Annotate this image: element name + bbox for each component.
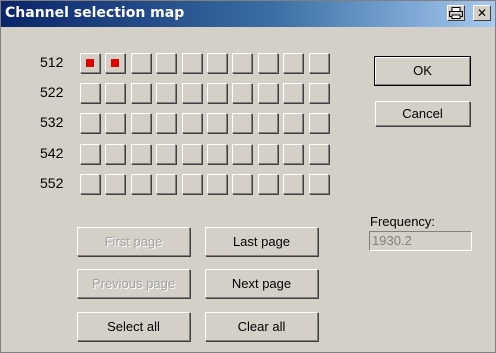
selected-marker — [111, 59, 119, 67]
channel-cell[interactable] — [258, 144, 278, 164]
row-label: 532 — [40, 114, 64, 131]
channel-cell[interactable] — [80, 113, 100, 133]
window-title: Channel selection map — [5, 5, 185, 21]
channel-cell[interactable] — [156, 174, 176, 194]
channel-cell[interactable] — [207, 83, 227, 103]
channel-cell[interactable] — [105, 53, 125, 73]
channel-selection-window: Channel selection map ✕ 512 522 532 542 552 … — [0, 0, 496, 353]
selected-marker — [86, 59, 94, 67]
first-page-button[interactable]: First page — [77, 227, 190, 256]
channel-cell[interactable] — [232, 144, 252, 164]
channel-cell[interactable] — [232, 83, 252, 103]
channel-cell[interactable] — [131, 113, 151, 133]
channel-cell[interactable] — [207, 53, 227, 73]
channel-cell[interactable] — [309, 174, 329, 194]
channel-cell[interactable] — [182, 144, 202, 164]
channel-cell[interactable] — [283, 174, 303, 194]
channel-cell[interactable] — [258, 113, 278, 133]
close-icon[interactable]: ✕ — [473, 5, 491, 21]
channel-cell[interactable] — [105, 174, 125, 194]
row-label: 542 — [40, 144, 64, 161]
row-label: 522 — [40, 84, 64, 101]
channel-cell[interactable] — [182, 174, 202, 194]
clear-all-button[interactable]: Clear all — [205, 312, 318, 341]
channel-cell[interactable] — [207, 144, 227, 164]
channel-cell[interactable] — [207, 174, 227, 194]
channel-cell[interactable] — [207, 113, 227, 133]
channel-cell[interactable] — [283, 144, 303, 164]
channel-cell[interactable] — [105, 144, 125, 164]
row-label: 552 — [40, 174, 64, 191]
channel-cell[interactable] — [283, 113, 303, 133]
channel-cell[interactable] — [156, 83, 176, 103]
channel-cell[interactable] — [80, 53, 100, 73]
channel-cell[interactable] — [80, 144, 100, 164]
channel-cell[interactable] — [131, 144, 151, 164]
channel-cell[interactable] — [309, 144, 329, 164]
channel-cell[interactable] — [131, 174, 151, 194]
channel-cell[interactable] — [258, 53, 278, 73]
channel-cell[interactable] — [309, 113, 329, 133]
next-page-button[interactable]: Next page — [205, 269, 318, 298]
channel-cell[interactable] — [232, 53, 252, 73]
channel-cell[interactable] — [80, 83, 100, 103]
channel-cell[interactable] — [131, 83, 151, 103]
channel-cell[interactable] — [105, 113, 125, 133]
previous-page-button[interactable]: Previous page — [77, 269, 190, 298]
channel-cell[interactable] — [182, 113, 202, 133]
channel-cell[interactable] — [232, 174, 252, 194]
channel-cell[interactable] — [80, 174, 100, 194]
cancel-button[interactable]: Cancel — [375, 101, 470, 126]
channel-cell[interactable] — [156, 53, 176, 73]
channel-cell[interactable] — [283, 53, 303, 73]
channel-cell[interactable] — [182, 53, 202, 73]
channel-cell[interactable] — [232, 113, 252, 133]
channel-cell[interactable] — [258, 174, 278, 194]
printer-icon[interactable] — [447, 5, 465, 21]
row-label: 512 — [40, 54, 64, 70]
channel-cell[interactable] — [156, 113, 176, 133]
channel-cell[interactable] — [156, 144, 176, 164]
channel-cell[interactable] — [283, 83, 303, 103]
title-bar[interactable]: Channel selection map ✕ — [1, 1, 495, 27]
channel-cell[interactable] — [258, 83, 278, 103]
channel-cell[interactable] — [105, 83, 125, 103]
last-page-button[interactable]: Last page — [205, 227, 318, 256]
channel-cell[interactable] — [131, 53, 151, 73]
channel-cell[interactable] — [309, 53, 329, 73]
channel-cell[interactable] — [309, 83, 329, 103]
frequency-field[interactable]: 1930.2 — [369, 231, 472, 251]
select-all-button[interactable]: Select all — [77, 312, 190, 341]
frequency-label: Frequency: — [370, 214, 436, 229]
ok-button[interactable]: OK — [374, 56, 471, 86]
channel-cell[interactable] — [182, 83, 202, 103]
